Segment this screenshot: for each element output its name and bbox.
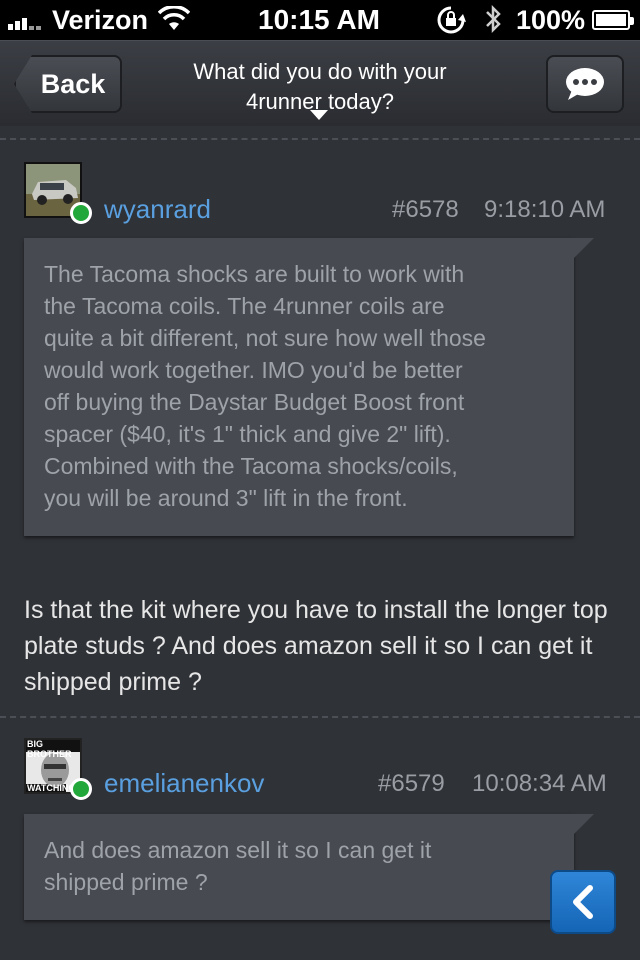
quoted-message-text: The Tacoma shocks are built to work with… xyxy=(44,261,486,511)
rotation-lock-icon xyxy=(437,6,466,34)
chevron-left-icon xyxy=(573,885,593,919)
divider xyxy=(0,138,640,140)
chat-bubble-icon xyxy=(566,68,604,100)
post-username[interactable]: wyanrard xyxy=(104,194,211,225)
online-status-icon xyxy=(70,202,92,224)
quoted-message: The Tacoma shocks are built to work with… xyxy=(24,238,594,536)
post-timestamp: 10:08:34 AM xyxy=(472,770,607,797)
back-button[interactable]: Back xyxy=(14,55,122,113)
carrier-name: Verizon xyxy=(52,5,149,35)
online-status-icon xyxy=(70,778,92,800)
post-number: #6578 xyxy=(392,196,459,223)
divider xyxy=(0,716,640,718)
battery-percentage: 100% xyxy=(516,5,586,35)
collapse-button[interactable] xyxy=(550,870,616,934)
thread-title-line1: What did you do with your xyxy=(193,59,447,84)
quoted-message-text: And does amazon sell it so I can get it … xyxy=(44,837,432,895)
title-dropdown-caret-icon[interactable] xyxy=(310,110,328,120)
back-button-label: Back xyxy=(40,68,106,99)
status-bar: Verizon 10:15 AM 100% xyxy=(0,0,640,40)
chat-button[interactable] xyxy=(546,55,624,113)
avatar-caption-top: BIG BROTHER xyxy=(27,739,72,759)
battery-icon xyxy=(592,10,634,30)
avatar-caption-bottom: WATCHING xyxy=(27,783,76,793)
reply-message-text: Is that the kit where you have to instal… xyxy=(24,596,608,696)
post-number: #6579 xyxy=(378,770,445,797)
signal-icon xyxy=(8,10,41,30)
thread-title[interactable]: What did you do with your 4runner today? xyxy=(150,57,490,117)
quoted-message: And does amazon sell it so I can get it … xyxy=(24,814,594,920)
post-username[interactable]: emelianenkov xyxy=(104,768,264,799)
bluetooth-icon xyxy=(486,4,501,34)
wifi-icon xyxy=(158,6,190,30)
clock: 10:15 AM xyxy=(258,4,380,35)
post-timestamp: 9:18:10 AM xyxy=(484,196,606,223)
